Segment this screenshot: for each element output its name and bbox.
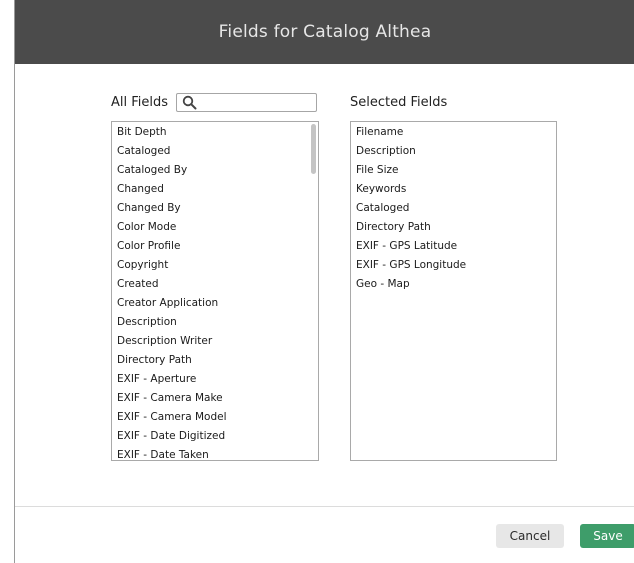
cancel-button[interactable]: Cancel	[496, 524, 564, 548]
all-fields-scrollbar[interactable]	[311, 124, 316, 174]
list-item[interactable]: Directory Path	[351, 218, 556, 237]
fields-dialog: Fields for Catalog Althea All Fields Sel…	[14, 0, 634, 563]
list-item[interactable]: Filename	[351, 123, 556, 142]
list-item[interactable]: EXIF - GPS Latitude	[351, 237, 556, 256]
list-item[interactable]: Changed By	[112, 199, 318, 218]
list-item[interactable]: Creator Application	[112, 294, 318, 313]
list-item[interactable]: Geo - Map	[351, 275, 556, 294]
list-item[interactable]: EXIF - Date Digitized	[112, 427, 318, 446]
list-item[interactable]: Directory Path	[112, 351, 318, 370]
search-field[interactable]	[176, 93, 317, 112]
list-item[interactable]: Changed	[112, 180, 318, 199]
dialog-header: Fields for Catalog Althea	[15, 0, 634, 64]
selected-fields-label: Selected Fields	[350, 95, 448, 110]
selected-fields-list[interactable]: Filename Description File Size Keywords Cata…	[350, 121, 557, 461]
footer-divider	[15, 506, 634, 507]
list-item[interactable]: EXIF - Camera Make	[112, 389, 318, 408]
list-item[interactable]: EXIF - Camera Model	[112, 408, 318, 427]
list-item[interactable]: EXIF - Aperture	[112, 370, 318, 389]
list-item[interactable]: EXIF - Date Taken	[112, 446, 318, 460]
list-item[interactable]: Description Writer	[112, 332, 318, 351]
list-item[interactable]: Copyright	[112, 256, 318, 275]
save-button[interactable]: Save	[580, 524, 634, 548]
list-item[interactable]: Keywords	[351, 180, 556, 199]
list-item[interactable]: Description	[351, 142, 556, 161]
list-item[interactable]: Cataloged	[351, 199, 556, 218]
list-item[interactable]: Cataloged	[112, 142, 318, 161]
list-item[interactable]: Created	[112, 275, 318, 294]
list-item[interactable]: Cataloged By	[112, 161, 318, 180]
all-fields-items: Bit Depth Cataloged Cataloged By Changed Cha…	[112, 123, 318, 460]
selected-fields-items: Filename Description File Size Keywords Cata…	[351, 123, 556, 294]
dialog-title: Fields for Catalog Althea	[218, 22, 432, 42]
list-item[interactable]: Color Mode	[112, 218, 318, 237]
all-fields-label: All Fields	[111, 95, 169, 110]
search-input[interactable]	[197, 95, 311, 110]
all-fields-list[interactable]: Bit Depth Cataloged Cataloged By Changed Cha…	[111, 121, 319, 461]
list-item[interactable]: Description	[112, 313, 318, 332]
magnifier-icon	[182, 95, 197, 110]
list-item[interactable]: Bit Depth	[112, 123, 318, 142]
list-item[interactable]: EXIF - GPS Longitude	[351, 256, 556, 275]
list-item[interactable]: File Size	[351, 161, 556, 180]
list-item[interactable]: Color Profile	[112, 237, 318, 256]
